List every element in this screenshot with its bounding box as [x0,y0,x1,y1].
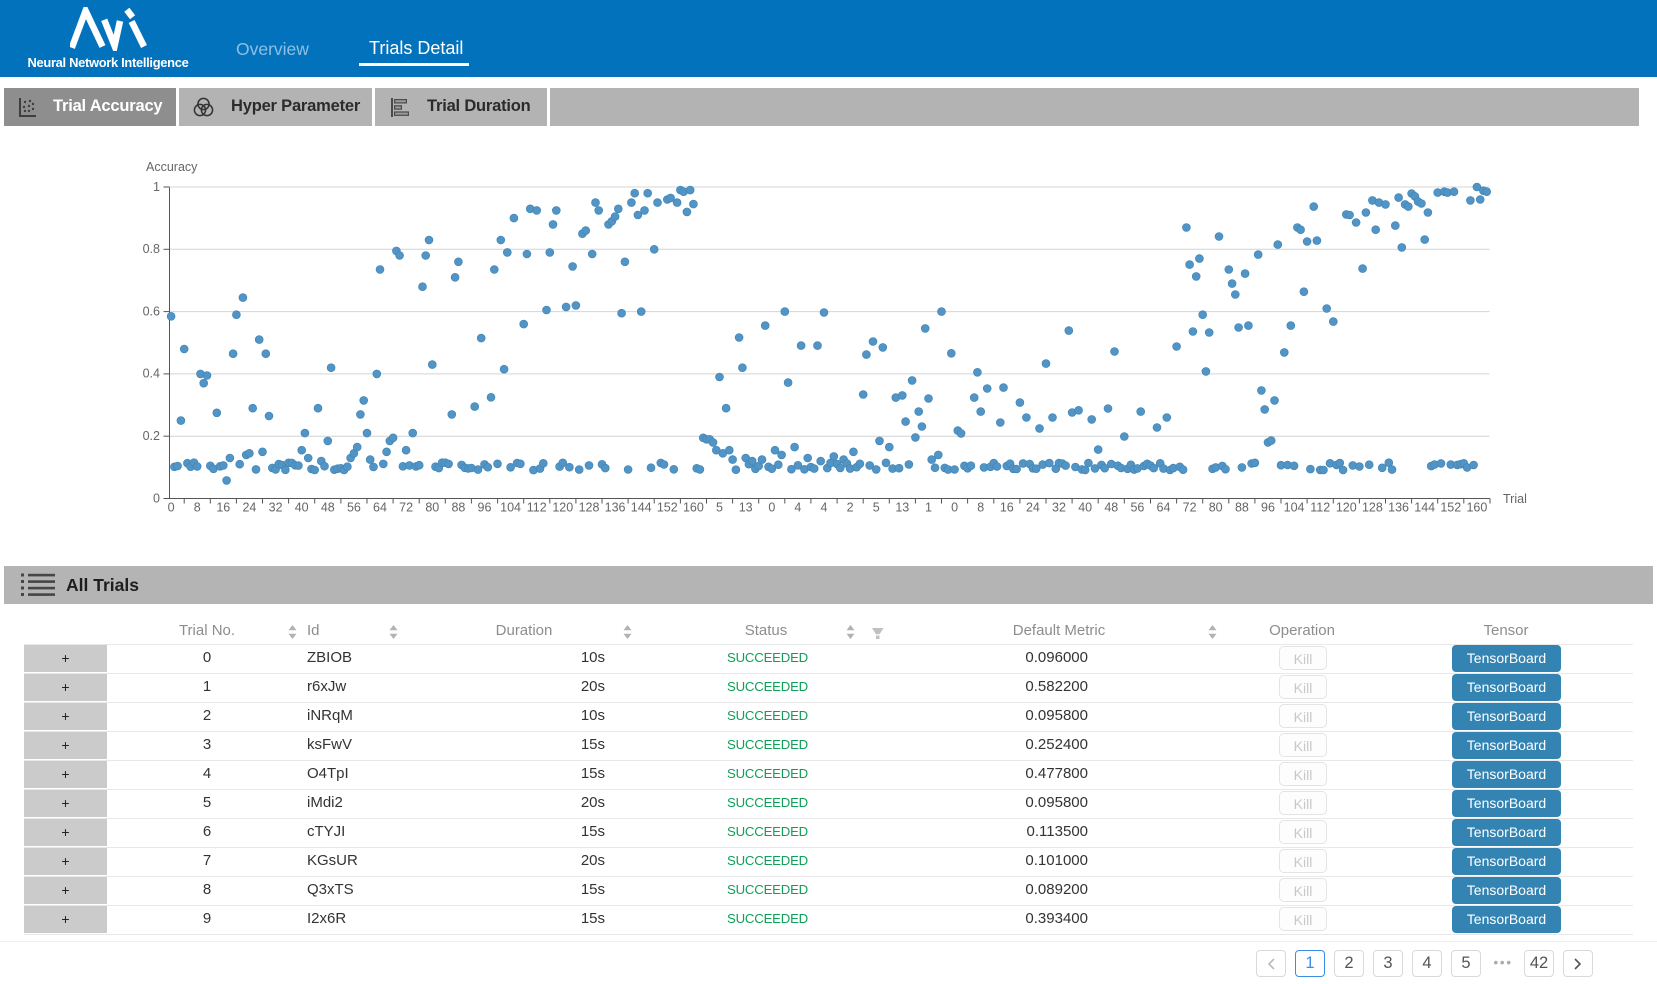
svg-text:80: 80 [425,501,439,515]
svg-text:112: 112 [527,501,547,515]
svg-text:1: 1 [925,501,932,515]
svg-text:13: 13 [739,501,753,515]
svg-text:72: 72 [399,501,413,515]
svg-text:0: 0 [951,501,958,515]
svg-text:4: 4 [821,501,828,515]
svg-text:48: 48 [321,501,335,515]
svg-text:96: 96 [1261,501,1275,515]
svg-text:104: 104 [500,501,521,515]
svg-text:24: 24 [1026,501,1040,515]
svg-text:128: 128 [1362,501,1383,515]
svg-text:1: 1 [153,180,160,194]
svg-text:5: 5 [873,501,880,515]
svg-text:40: 40 [295,501,309,515]
svg-text:88: 88 [1235,501,1249,515]
svg-text:16: 16 [1000,501,1014,515]
svg-text:24: 24 [242,501,256,515]
svg-text:0.4: 0.4 [143,367,160,381]
svg-text:32: 32 [1052,501,1066,515]
svg-text:5: 5 [716,501,723,515]
svg-text:64: 64 [373,501,387,515]
svg-text:72: 72 [1183,501,1197,515]
svg-text:144: 144 [1414,501,1435,515]
svg-text:56: 56 [1130,501,1144,515]
svg-text:16: 16 [216,501,230,515]
svg-text:160: 160 [683,501,704,515]
svg-text:104: 104 [1284,501,1305,515]
svg-text:64: 64 [1157,501,1171,515]
svg-text:152: 152 [657,501,678,515]
svg-text:Accuracy: Accuracy [146,160,198,174]
svg-text:160: 160 [1466,501,1487,515]
svg-text:136: 136 [605,501,626,515]
svg-text:8: 8 [977,501,984,515]
svg-text:4: 4 [794,501,801,515]
svg-text:0.2: 0.2 [143,429,160,443]
svg-text:13: 13 [895,501,909,515]
svg-text:40: 40 [1078,501,1092,515]
svg-text:144: 144 [631,501,652,515]
svg-text:120: 120 [552,501,573,515]
svg-text:120: 120 [1336,501,1357,515]
svg-text:112: 112 [1310,501,1330,515]
svg-text:2: 2 [847,501,854,515]
svg-text:96: 96 [478,501,492,515]
svg-text:152: 152 [1440,501,1461,515]
svg-text:80: 80 [1209,501,1223,515]
svg-text:0: 0 [153,491,160,505]
svg-text:0: 0 [768,501,775,515]
svg-text:128: 128 [579,501,600,515]
svg-text:136: 136 [1388,501,1409,515]
svg-text:56: 56 [347,501,361,515]
svg-text:8: 8 [194,501,201,515]
svg-text:0.8: 0.8 [143,242,160,256]
svg-text:0.6: 0.6 [143,304,160,318]
svg-text:Trial: Trial [1503,492,1527,506]
svg-text:0: 0 [168,501,175,515]
svg-text:32: 32 [269,501,283,515]
svg-text:48: 48 [1104,501,1118,515]
svg-text:88: 88 [451,501,465,515]
